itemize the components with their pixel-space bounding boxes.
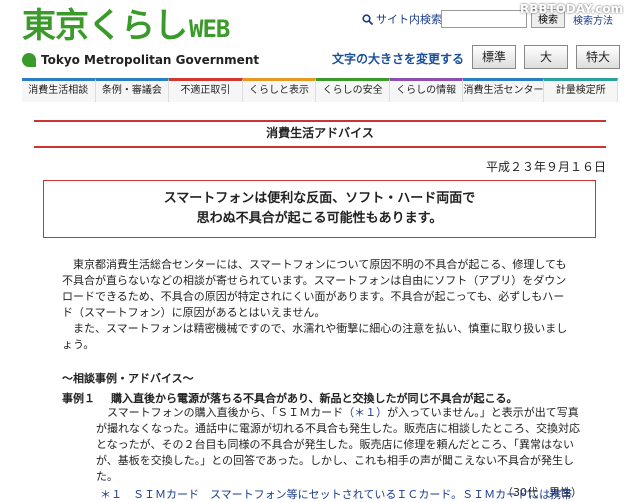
case-1-title-text: 購入直後から電源が落ちる不具合があり、新品と交換したが同じ不具合が起こる。 <box>111 392 518 405</box>
headline-line-1: スマートフォンは便利な反面、ソフト・ハード両面で <box>163 191 476 206</box>
logo-subtitle: Tokyo Metropolitan Government <box>22 53 259 67</box>
publish-date: 平成２３年９月１６日 <box>485 160 606 174</box>
footnote-1: ＊１ ＳＩＭカード スマートフォン等にセットされているＩＣカード。ＳＩＭカードに… <box>100 488 573 501</box>
search-label-text: サイト内検索 <box>376 13 442 26</box>
search-icon <box>362 13 373 25</box>
headline-box: スマートフォンは便利な反面、ソフト・ハード両面で 思わぬ不具合が起こる可能性もあ… <box>43 180 596 238</box>
footnote-ref-link[interactable]: （＊１） <box>343 406 387 419</box>
headline-line-2: 思わぬ不具合が起こる可能性もあります。 <box>196 211 443 226</box>
section-heading: 〜相談事例・アドバイス〜 <box>62 372 194 385</box>
case-1-title: 事例１ 購入直後から電源が落ちる不具合があり、新品と交換したが同じ不具合が起こる。 <box>62 390 518 406</box>
fontsize-large-button[interactable]: 大 <box>524 45 568 69</box>
intro-paragraph-2: また、スマートフォンは精密機械ですので、水濡れや衝撃に細心の注意を払い、慎重に取… <box>62 322 568 351</box>
site-logo[interactable]: 東京くらしWEB <box>22 6 230 49</box>
nav-item-safety[interactable]: くらしの安全 <box>316 78 390 102</box>
case-1-number: 事例１ <box>62 392 95 405</box>
ginkgo-icon <box>22 53 36 67</box>
nav-item-consultation[interactable]: 消費生活相談 <box>22 78 96 102</box>
search-input[interactable] <box>441 10 527 28</box>
case-1-body-a: スマートフォンの購入直後から、「ＳＩＭカード <box>107 406 344 419</box>
fontsize-label: 文字の大きさを変更する <box>332 52 465 66</box>
nav-item-center[interactable]: 消費生活センター <box>463 78 545 102</box>
logo-text: 東京くらし <box>22 6 188 46</box>
site-header: 東京くらしWEB Tokyo Metropolitan Government サ… <box>0 0 640 76</box>
logo-subtitle-text: Tokyo Metropolitan Government <box>41 53 260 67</box>
watermark: RBBTODAY.com <box>520 2 624 16</box>
intro-paragraph-1: 東京都消費生活総合センターには、スマートフォンについて原因不明の不具合が起こる、… <box>62 258 567 319</box>
title-top-rule <box>34 120 606 122</box>
nav-item-ordinance[interactable]: 条例・審議会 <box>95 78 170 102</box>
site-search-label: サイト内検索 <box>362 11 442 27</box>
nav-item-unfair-trade[interactable]: 不適正取引 <box>169 78 243 102</box>
fontsize-standard-button[interactable]: 標準 <box>472 45 516 69</box>
title-bottom-rule <box>34 146 606 148</box>
nav-item-metrology[interactable]: 計量検定所 <box>544 78 619 102</box>
main-nav: 消費生活相談 条例・審議会 不適正取引 くらしと表示 くらしの安全 くらしの情報… <box>22 78 619 102</box>
page-title: 消費生活アドバイス <box>266 126 374 140</box>
intro-text: 東京都消費生活総合センターには、スマートフォンについて原因不明の不具合が起こる、… <box>62 257 572 353</box>
fontsize-xlarge-button[interactable]: 特大 <box>576 45 620 69</box>
logo-web: WEB <box>189 15 230 43</box>
nav-item-information[interactable]: くらしの情報 <box>389 78 464 102</box>
nav-item-labeling[interactable]: くらしと表示 <box>242 78 317 102</box>
